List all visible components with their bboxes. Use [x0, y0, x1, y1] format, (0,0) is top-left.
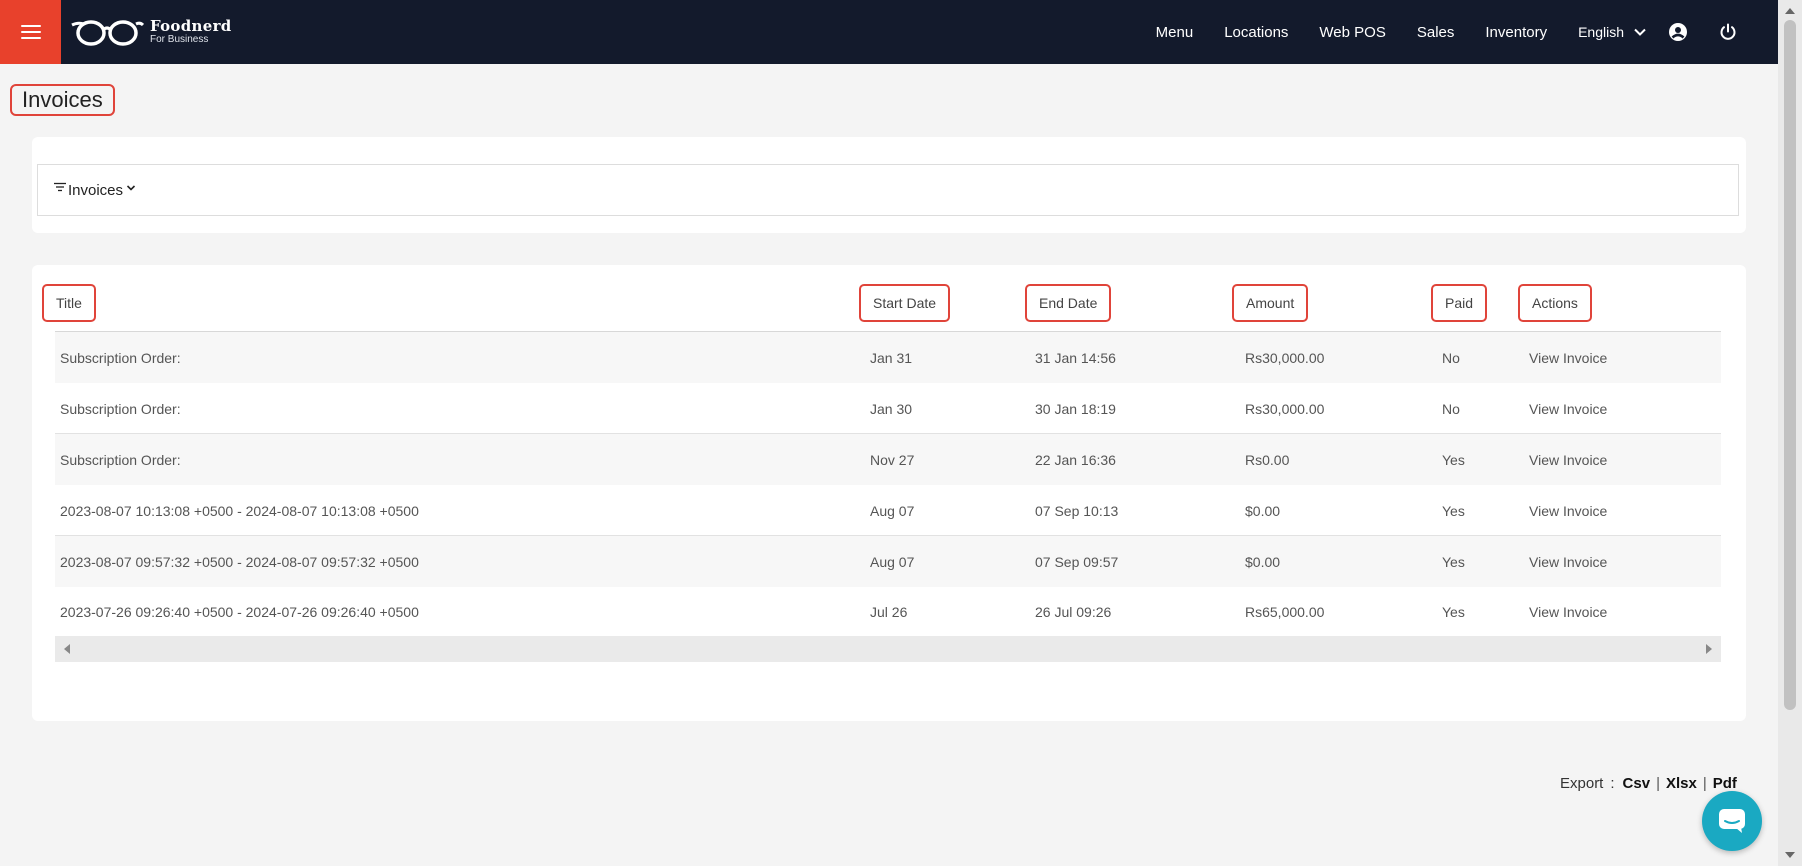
cell-start-date: Aug 07 — [870, 553, 915, 570]
filter-card: Invoices — [32, 137, 1746, 233]
cell-title: 2023-08-07 10:13:08 +0500 - 2024-08-07 1… — [60, 502, 419, 519]
hamburger-icon — [20, 25, 41, 39]
cell-title: Subscription Order: — [60, 349, 181, 366]
user-account-button[interactable] — [1668, 22, 1688, 42]
glasses-logo-icon — [71, 20, 144, 46]
cell-end-date: 07 Sep 10:13 — [1035, 502, 1119, 519]
cell-title: 2023-07-26 09:26:40 +0500 - 2024-07-26 0… — [60, 603, 419, 620]
cell-start-date: Jan 30 — [870, 400, 913, 417]
column-header-paid[interactable]: Paid — [1431, 283, 1488, 323]
table-row: Subscription Order: Jan 30 30 Jan 18:19 … — [55, 383, 1721, 434]
vertical-scrollbar[interactable] — [1778, 0, 1802, 866]
cell-title: 2023-08-07 09:57:32 +0500 - 2024-08-07 0… — [60, 553, 419, 570]
cell-amount: Rs65,000.00 — [1245, 603, 1325, 620]
scroll-left-arrow-icon[interactable] — [64, 644, 70, 654]
export-csv-link[interactable]: Csv — [1623, 775, 1651, 792]
column-header-end-date[interactable]: End Date — [1025, 283, 1112, 323]
chevron-down-icon — [126, 185, 136, 191]
cell-amount: $0.00 — [1245, 553, 1281, 570]
scroll-thumb[interactable] — [1784, 20, 1796, 710]
table-row: Subscription Order: Jan 31 31 Jan 14:56 … — [55, 332, 1721, 383]
column-header-actions[interactable]: Actions — [1518, 283, 1592, 323]
cell-end-date: 07 Sep 09:57 — [1035, 553, 1119, 570]
cell-paid: No — [1442, 400, 1460, 417]
chat-icon — [1719, 809, 1745, 833]
horizontal-scrollbar[interactable] — [55, 636, 1721, 662]
export-colon: : — [1610, 775, 1615, 792]
invoices-table: Title Start Date End Date Amount Paid Ac… — [32, 265, 1746, 721]
brand-logo[interactable]: Foodnerd For Business — [70, 14, 232, 50]
export-bar: Export : Csv | Xlsx | Pdf — [1560, 775, 1737, 792]
cell-paid: Yes — [1442, 603, 1465, 620]
menu-toggle-button[interactable] — [0, 0, 61, 64]
column-header-amount[interactable]: Amount — [1232, 283, 1309, 323]
table-row: 2023-07-26 09:26:40 +0500 - 2024-07-26 0… — [55, 586, 1721, 637]
column-header-title[interactable]: Title — [42, 283, 96, 323]
view-invoice-link[interactable]: View Invoice — [1529, 485, 1607, 536]
user-circle-icon — [1669, 23, 1687, 41]
nav-menu[interactable]: Menu — [1156, 24, 1194, 41]
page-title: Invoices — [10, 84, 115, 116]
view-invoice-link[interactable]: View Invoice — [1529, 586, 1607, 637]
cell-end-date: 26 Jul 09:26 — [1035, 603, 1112, 620]
nav-web-pos[interactable]: Web POS — [1319, 24, 1385, 41]
view-invoice-link[interactable]: View Invoice — [1529, 332, 1607, 383]
export-pdf-link[interactable]: Pdf — [1713, 775, 1737, 792]
scroll-right-arrow-icon[interactable] — [1706, 644, 1712, 654]
export-xlsx-link[interactable]: Xlsx — [1666, 775, 1697, 792]
table-row: 2023-08-07 09:57:32 +0500 - 2024-08-07 0… — [55, 536, 1721, 587]
language-select[interactable]: English — [1578, 24, 1646, 40]
cell-end-date: 30 Jan 18:19 — [1035, 400, 1116, 417]
nav-inventory[interactable]: Inventory — [1485, 24, 1547, 41]
scroll-down-arrow-icon[interactable] — [1785, 852, 1795, 858]
cell-paid: No — [1442, 349, 1460, 366]
view-invoice-link[interactable]: View Invoice — [1529, 434, 1607, 485]
nav-locations[interactable]: Locations — [1224, 24, 1288, 41]
cell-paid: Yes — [1442, 502, 1465, 519]
cell-start-date: Aug 07 — [870, 502, 915, 519]
export-label: Export — [1560, 775, 1604, 792]
filter-icon — [54, 182, 66, 192]
export-separator: | — [1656, 775, 1660, 792]
scroll-up-arrow-icon[interactable] — [1785, 8, 1795, 14]
brand-name: Foodnerd — [150, 17, 232, 35]
cell-start-date: Jul 26 — [870, 603, 908, 620]
cell-end-date: 22 Jan 16:36 — [1035, 451, 1116, 468]
cell-title: Subscription Order: — [60, 451, 181, 468]
table-row: Subscription Order: Nov 27 22 Jan 16:36 … — [55, 434, 1721, 485]
chevron-down-icon — [1634, 28, 1646, 36]
logout-button[interactable] — [1718, 22, 1738, 42]
cell-amount: Rs30,000.00 — [1245, 400, 1325, 417]
cell-paid: Yes — [1442, 553, 1465, 570]
cell-amount: Rs0.00 — [1245, 451, 1290, 468]
view-invoice-link[interactable]: View Invoice — [1529, 383, 1607, 434]
brand-subtitle: For Business — [150, 34, 209, 45]
cell-title: Subscription Order: — [60, 400, 181, 417]
cell-start-date: Jan 31 — [870, 349, 913, 366]
invoices-filter-toggle[interactable]: Invoices — [37, 164, 1739, 216]
cell-start-date: Nov 27 — [870, 451, 915, 468]
cell-end-date: 31 Jan 14:56 — [1035, 349, 1116, 366]
table-row: 2023-08-07 10:13:08 +0500 - 2024-08-07 1… — [55, 485, 1721, 536]
cell-amount: $0.00 — [1245, 502, 1281, 519]
column-header-start-date[interactable]: Start Date — [859, 283, 951, 323]
chat-widget-button[interactable] — [1702, 791, 1762, 851]
cell-amount: Rs30,000.00 — [1245, 349, 1325, 366]
power-icon — [1720, 23, 1736, 40]
filter-label: Invoices — [68, 181, 124, 199]
nav-sales[interactable]: Sales — [1417, 24, 1455, 41]
main-nav: Menu Locations Web POS Sales Inventory E… — [1156, 0, 1778, 64]
cell-paid: Yes — [1442, 451, 1465, 468]
export-separator: | — [1702, 775, 1707, 792]
view-invoice-link[interactable]: View Invoice — [1529, 536, 1607, 587]
top-navbar: Foodnerd For Business Menu Locations Web… — [0, 0, 1778, 64]
language-label: English — [1578, 24, 1624, 40]
